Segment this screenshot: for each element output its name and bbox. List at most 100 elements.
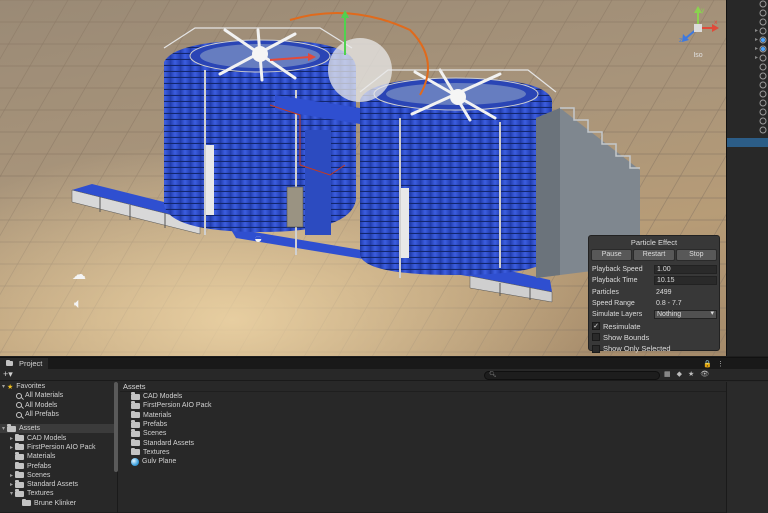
axis-gizmo-icon[interactable]: y x z: [674, 4, 722, 52]
project-folder-tree: ▾ ★ Favorites All Materials All Models A…: [0, 382, 118, 513]
hierarchy-panel-strip[interactable]: ▸ ▸ ▸ ▸: [726, 0, 768, 356]
favorites-item[interactable]: All Prefabs: [0, 410, 117, 419]
scene-view[interactable]: ☁ 🔈︎ ◒ y x z Iso Particle Effect Pause R…: [0, 0, 726, 356]
favorites-header[interactable]: ▾ ★ Favorites: [0, 382, 117, 391]
show-only-selected-label: Show Only Selected: [603, 344, 671, 354]
search-icon: [16, 402, 22, 409]
speed-range-label: Speed Range: [592, 300, 635, 308]
simulate-layers-label: Simulate Layers: [592, 311, 643, 319]
playback-time-field[interactable]: 10.15: [654, 276, 717, 286]
playback-time-label: Playback Time: [592, 277, 638, 285]
folder-icon: [7, 424, 16, 432]
tree-folder-label: Prefabs: [27, 462, 52, 470]
favorite-star-icon[interactable]: ★: [688, 370, 694, 378]
restart-button[interactable]: Restart: [633, 249, 675, 261]
tree-folder-label: FirstPersion AIO Pack: [27, 443, 96, 451]
assets-breadcrumb[interactable]: Assets: [120, 382, 726, 392]
expand-arrow-icon[interactable]: ▸: [8, 481, 15, 488]
particles-label: Particles: [592, 288, 619, 296]
orientation-gizmo[interactable]: y x z Iso: [674, 4, 722, 62]
asset-label: Standard Assets: [143, 439, 194, 447]
folder-icon: [15, 470, 24, 479]
simulate-layers-dropdown[interactable]: Nothing: [654, 310, 717, 320]
folder-icon: [15, 442, 24, 451]
search-by-type-icon[interactable]: ▦: [664, 370, 671, 378]
project-toolbar-icons: ▦ ◆ ★ 👁︎: [664, 370, 709, 378]
expand-arrow-icon[interactable]: ▾: [0, 425, 7, 432]
lock-icon[interactable]: 🔒: [703, 360, 712, 368]
folder-icon: [131, 438, 140, 447]
open-folder-icon: [15, 489, 24, 497]
project-tab[interactable]: Project: [0, 358, 49, 369]
svg-text:▸: ▸: [755, 45, 758, 52]
playback-speed-label: Playback Speed: [592, 266, 643, 274]
svg-text:▸: ▸: [755, 27, 758, 34]
pause-button[interactable]: Pause: [591, 249, 633, 261]
assets-root-row[interactable]: ▾ Assets: [0, 424, 117, 434]
playback-speed-field[interactable]: 1.00: [654, 265, 717, 275]
show-only-selected-checkbox[interactable]: [592, 344, 600, 353]
show-bounds-checkbox[interactable]: [592, 333, 600, 342]
asset-list-item[interactable]: CAD Models: [120, 392, 726, 401]
folder-icon: [131, 401, 140, 409]
tree-folder-row[interactable]: ▸ Standard Assets: [0, 480, 117, 489]
resimulate-checkbox[interactable]: ✓: [592, 322, 600, 331]
project-tab-bar: Project 🔒 ⋮: [0, 358, 768, 369]
folder-icon: [131, 392, 140, 400]
favorites-item[interactable]: All Models: [0, 401, 117, 410]
particles-count: 2499: [656, 288, 672, 296]
tree-folder-row[interactable]: ▾ Textures: [0, 489, 117, 498]
asset-list-item[interactable]: Textures: [120, 447, 726, 457]
folder-icon: [6, 359, 13, 366]
kebab-menu-icon[interactable]: ⋮: [717, 360, 724, 368]
tree-folder-row[interactable]: ▸ FirstPersion AIO Pack: [0, 442, 117, 452]
assets-pane: Assets CAD Models FirstPersion AIO Pack …: [120, 382, 726, 513]
expand-arrow-icon[interactable]: ▸: [8, 444, 15, 451]
asset-list-item[interactable]: Standard Assets: [120, 438, 726, 447]
asset-list-item[interactable]: Scenes: [120, 429, 726, 438]
folder-icon: [131, 410, 140, 419]
gizmo-projection-label[interactable]: Iso: [674, 52, 722, 59]
create-add-icon[interactable]: +▾: [3, 369, 13, 380]
folder-icon: [131, 420, 140, 428]
speed-range-value: 0.8 - 7.7: [656, 300, 682, 308]
asset-label: Textures: [143, 448, 170, 456]
asset-list-item[interactable]: Prefabs: [120, 420, 726, 429]
folder-icon: [15, 433, 24, 442]
folder-icon: [131, 447, 140, 456]
tree-folder-row[interactable]: Materials: [0, 452, 117, 461]
particle-effect-panel: Particle Effect Pause Restart Stop Playb…: [588, 235, 720, 354]
tree-folder-row[interactable]: Prefabs: [0, 461, 117, 470]
star-icon: ★: [7, 383, 14, 391]
hierarchy-row-icons: ▸ ▸ ▸ ▸: [755, 0, 767, 134]
sphere-icon[interactable]: ◒: [254, 230, 262, 246]
search-icon: [16, 411, 22, 418]
tree-scrollbar[interactable]: [114, 382, 118, 472]
tree-folder-row[interactable]: ▸ Scenes: [0, 470, 117, 480]
expand-arrow-icon[interactable]: ▸: [8, 472, 15, 479]
asset-list-item[interactable]: Gulv Plane: [120, 457, 726, 466]
project-search-input[interactable]: 🔍︎: [484, 371, 660, 380]
show-bounds-label: Show Bounds: [603, 332, 650, 342]
inspector-strip: [726, 382, 768, 513]
favorites-item[interactable]: All Materials: [0, 391, 117, 400]
asset-label: Gulv Plane: [142, 458, 177, 466]
folder-icon: [15, 480, 24, 488]
assets-root-label: Assets: [19, 425, 41, 433]
expand-arrow-icon[interactable]: ▾: [0, 383, 7, 390]
expand-arrow-icon[interactable]: ▸: [8, 435, 15, 442]
tree-folder-row[interactable]: Brune Klinker: [0, 498, 117, 508]
audio-source-icon[interactable]: 🔈︎: [74, 295, 82, 312]
tree-folder-row[interactable]: ▸ CAD Models: [0, 433, 117, 442]
hidden-packages-icon[interactable]: 👁︎: [700, 370, 709, 378]
asset-label: Materials: [143, 411, 172, 419]
asset-list-item[interactable]: Materials: [120, 410, 726, 420]
svg-text:▸: ▸: [755, 36, 758, 43]
stop-button[interactable]: Stop: [675, 249, 717, 261]
light-bulb-icon[interactable]: ☁: [72, 266, 86, 283]
project-window: Project 🔒 ⋮ +▾ 🔍︎ ▦ ◆ ★ 👁︎ ▾ ★ Favorites…: [0, 357, 768, 513]
asset-list-item[interactable]: FirstPersion AIO Pack: [120, 401, 726, 410]
search-by-label-icon[interactable]: ◆: [677, 370, 682, 378]
svg-text:z: z: [679, 37, 682, 44]
expand-arrow-icon[interactable]: ▾: [8, 490, 15, 497]
